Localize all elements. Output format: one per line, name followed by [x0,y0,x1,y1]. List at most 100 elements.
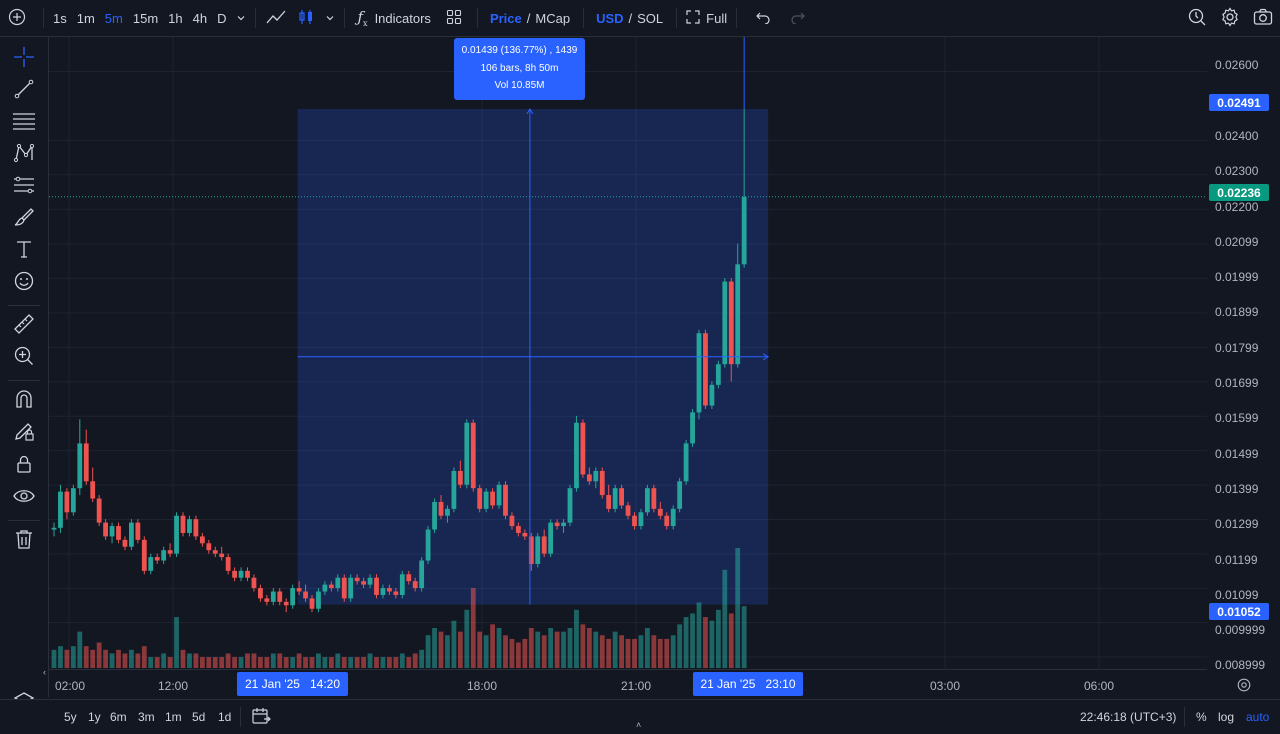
price-option[interactable]: Price [490,11,522,26]
text-tool[interactable] [10,237,38,265]
price-label: 0.02099 [1215,235,1259,249]
candle-body [561,522,566,527]
goto-date-button[interactable] [251,707,271,728]
interval-d[interactable]: D [212,0,231,36]
chart-pane[interactable]: ‹ [43,37,1207,677]
price-chart[interactable] [49,37,1207,669]
chart-type-dropdown-button[interactable] [320,0,340,36]
range-1y[interactable]: 1y [88,710,101,724]
volume-bar [174,617,179,668]
quick-search-button[interactable] [1182,0,1212,36]
line-chart-type-button[interactable] [260,0,292,36]
pattern-tool[interactable] [10,141,38,169]
interval-dropdown-button[interactable] [231,0,251,36]
price-label: 0.01099 [1215,588,1259,602]
hide-drawings-tool[interactable] [10,484,38,512]
magnet-tool[interactable] [10,387,38,415]
candle-body [509,515,515,527]
candle-body [83,443,89,482]
lock-drawings-edit-tool[interactable] [10,419,38,447]
volume-bar [496,628,502,668]
scroll-left-arrow[interactable]: ‹ [43,667,46,677]
range-3m[interactable]: 3m [138,710,155,724]
auto-scale-toggle[interactable]: auto [1246,710,1269,724]
time-axis[interactable]: 02:00 12:00 21 Jan '25 14:20 18:00 21:00… [49,669,1207,700]
currency-toggle[interactable]: USD / SOL [588,0,668,36]
separator [8,380,40,381]
crosshair-tool[interactable] [10,45,38,73]
price-mcap-toggle[interactable]: Price / MCap [482,0,575,36]
volume-bar [193,653,199,668]
range-1d[interactable]: 1d [218,710,231,724]
brush-tool[interactable] [10,205,38,233]
horizontal-lines-tool[interactable] [10,109,38,137]
usd-option[interactable]: USD [596,11,623,26]
chevron-down-icon [236,11,246,26]
price-label: 0.02300 [1215,164,1259,178]
measure-tool[interactable] [10,312,38,340]
volume-bar [683,617,689,668]
lock-all-drawings-tool[interactable] [10,452,38,480]
range-5y[interactable]: 5y [64,710,77,724]
interval-4h[interactable]: 4h [188,0,212,36]
candle-body [580,422,586,475]
separator [240,707,241,727]
interval-5m[interactable]: 5m [100,0,128,36]
candle-body [696,333,702,413]
log-scale-toggle[interactable]: log [1218,710,1234,724]
add-symbol-button[interactable] [0,0,39,36]
percent-scale-toggle[interactable]: % [1196,710,1207,724]
separator [255,8,257,28]
candle-body [225,557,231,571]
screenshot-button[interactable] [1248,0,1278,36]
candle-body [309,598,315,609]
calendar-icon [251,708,271,728]
candle-body [212,550,218,554]
interval-1s[interactable]: 1s [48,0,72,36]
volume-bar [561,631,566,668]
remove-drawings-tool[interactable] [10,527,38,555]
candle-body [341,577,347,599]
indicators-button[interactable]: ƒx Indicators [349,0,435,36]
volume-bar [309,657,315,668]
scroll-up-arrow[interactable]: ˄ [636,720,641,730]
interval-1m[interactable]: 1m [72,0,100,36]
range-1m[interactable]: 1m [165,710,182,724]
fib-tool[interactable] [10,173,38,201]
axis-settings-button[interactable] [1236,677,1252,698]
volume-bar [483,635,489,668]
range-5d[interactable]: 5d [192,710,205,724]
mcap-option[interactable]: MCap [535,11,570,26]
clock: 22:46:18 (UTC+3) [1080,710,1177,724]
volume-bar [70,646,76,668]
candle-body [632,515,637,527]
interval-1h[interactable]: 1h [163,0,187,36]
settings-button[interactable] [1215,0,1245,36]
candle-body [406,574,412,582]
volume-bar [264,657,270,668]
price-axis[interactable]: 0.02600 0.02400 0.02300 0.02200 0.02099 … [1207,37,1280,672]
candle-body [722,281,728,365]
volume-bar [612,631,618,668]
volume-bar [554,631,560,668]
range-6m[interactable]: 6m [110,710,127,724]
candle-body [393,591,399,595]
undo-button[interactable] [741,0,776,36]
measure-start-time: 21 Jan '25 14:20 [244,677,341,691]
zoom-tool[interactable] [10,344,38,372]
interval-15m[interactable]: 15m [128,0,163,36]
candle-body [58,491,63,528]
layouts-button[interactable] [436,0,467,36]
trend-line-tool[interactable] [10,77,38,105]
candle-chart-type-button[interactable] [292,0,320,36]
volume-bar [715,609,721,668]
redo-button[interactable] [776,0,811,36]
separator [676,8,678,28]
volume-bar [96,642,102,668]
candle-body [419,560,425,589]
volume-bar [477,631,483,668]
emoji-tool[interactable] [10,269,38,297]
sol-option[interactable]: SOL [637,11,663,26]
fullscreen-button[interactable]: Full [681,0,732,36]
candle-body [303,591,308,599]
